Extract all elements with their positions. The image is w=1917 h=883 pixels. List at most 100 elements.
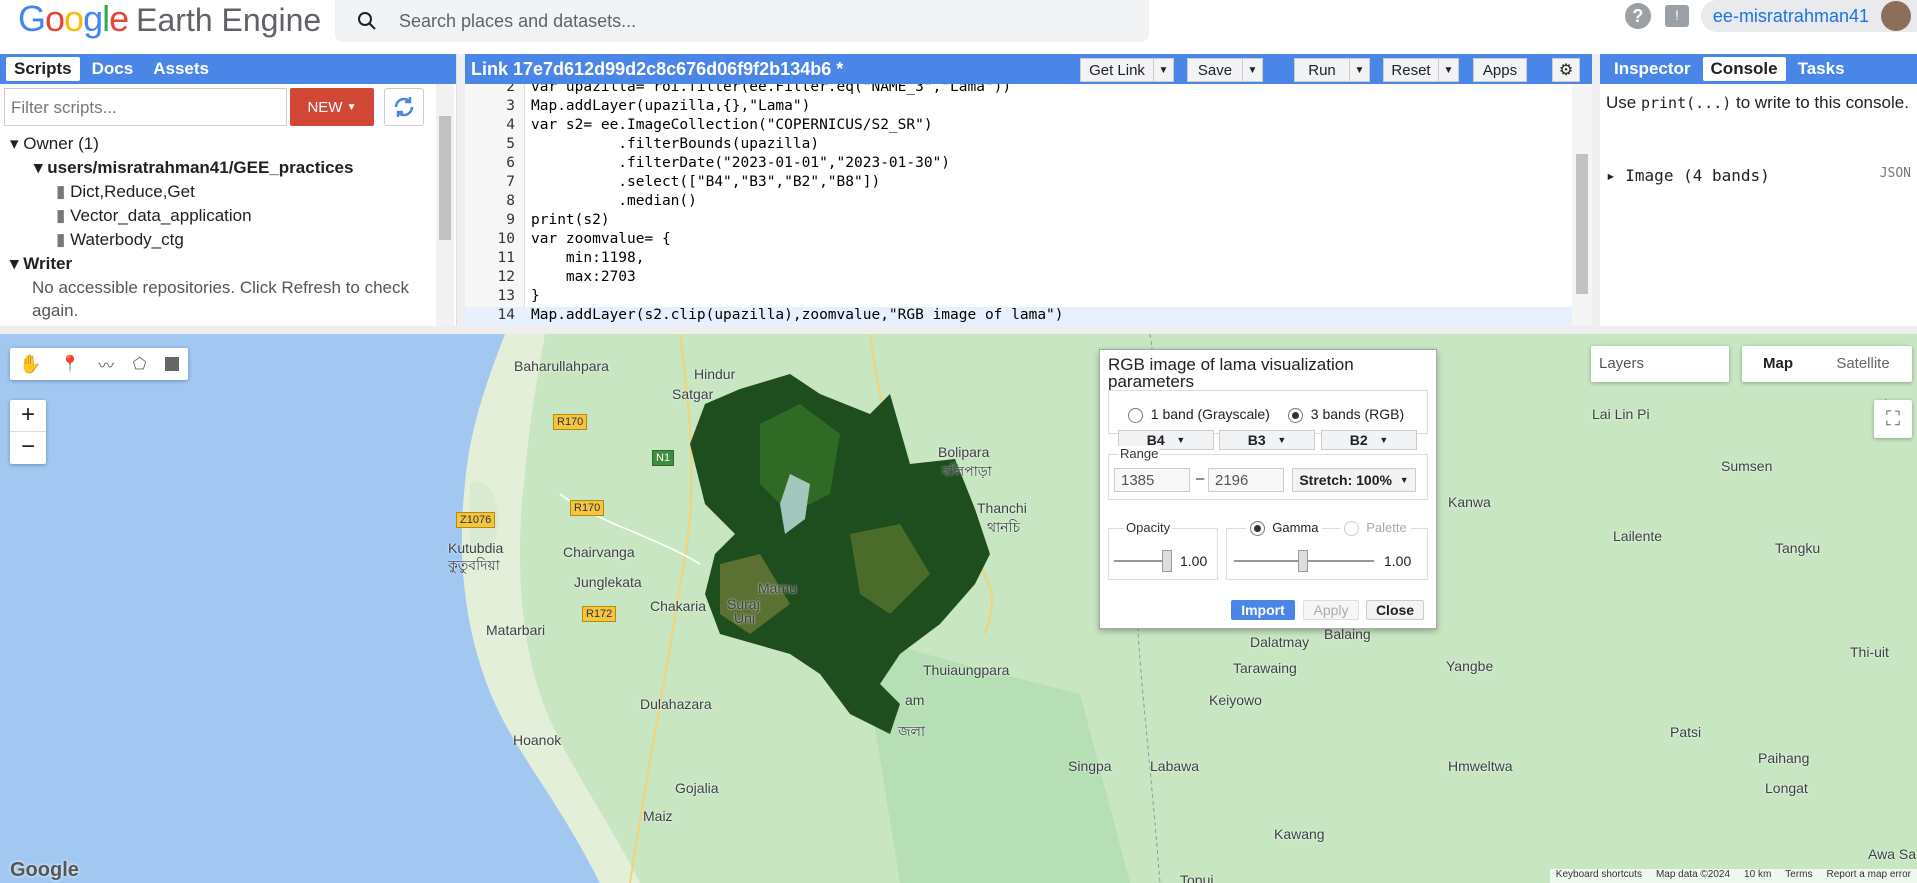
opacity-slider-handle[interactable] xyxy=(1162,550,1172,572)
gamma-slider-handle[interactable] xyxy=(1298,550,1308,572)
map-view[interactable]: Baharullahpara Hindur Satgar Bolipara বল… xyxy=(0,334,1917,883)
panel-splitter[interactable] xyxy=(1592,54,1600,326)
earth-engine-logo[interactable]: Google Earth Engine xyxy=(18,0,321,40)
polygon-icon[interactable]: ⬠ xyxy=(133,354,147,374)
place-label: Junglekata xyxy=(574,574,642,590)
refresh-button[interactable] xyxy=(384,88,424,126)
tab-assets[interactable]: Assets xyxy=(145,57,217,81)
get-link-button[interactable]: Get Link ▼ xyxy=(1080,58,1174,82)
chevron-down-icon: ▼ xyxy=(346,101,357,113)
band-green-select[interactable]: B3 ▼ xyxy=(1219,430,1315,450)
tree-file[interactable]: ▮ Vector_data_application xyxy=(0,204,430,228)
scripts-scrollbar[interactable] xyxy=(436,84,454,326)
gamma-option[interactable]: Gamma xyxy=(1246,520,1323,537)
map-splitter[interactable] xyxy=(0,326,1917,334)
band1-radio[interactable] xyxy=(1128,407,1143,423)
chevron-down-icon: ▼ xyxy=(1277,435,1287,445)
chevron-down-icon: ▼ xyxy=(1176,435,1186,445)
road-shield: R170 xyxy=(553,414,588,430)
chevron-down-icon[interactable]: ▼ xyxy=(1242,59,1262,81)
place-label: Tangku xyxy=(1775,540,1821,556)
code-area[interactable]: 2 var upazilla= roi.filter(ee.Filter.eq("… xyxy=(465,84,1572,326)
range-max-input[interactable]: 2196 xyxy=(1208,468,1284,492)
tab-console[interactable]: Console xyxy=(1702,57,1786,81)
rectangle-icon[interactable] xyxy=(164,357,179,371)
google-mark: Google xyxy=(10,859,79,881)
avatar[interactable] xyxy=(1881,1,1911,31)
band3-radio[interactable] xyxy=(1288,407,1303,423)
chevron-down-icon[interactable]: ▼ xyxy=(1153,59,1173,81)
console-output-row[interactable]: ▸ Image (4 bands) JSON xyxy=(1606,166,1911,185)
band1-option[interactable]: 1 band (Grayscale) xyxy=(1128,406,1270,423)
layers-control[interactable]: Layers xyxy=(1591,346,1729,382)
map-type-satellite[interactable]: Satellite xyxy=(1814,346,1912,382)
expand-icon: ▾ xyxy=(10,134,19,153)
tree-repo[interactable]: ▾ users/misratrahman41/GEE_practices xyxy=(0,156,430,180)
band-blue-select[interactable]: B2 ▼ xyxy=(1321,430,1417,450)
place-label: Chakaria xyxy=(650,598,707,614)
import-button[interactable]: Import xyxy=(1231,600,1295,620)
tab-tasks[interactable]: Tasks xyxy=(1790,57,1853,81)
place-label: Labawa xyxy=(1150,758,1200,774)
pan-hand-icon[interactable]: ✋ xyxy=(19,354,41,375)
code-line: 5 .filterBounds(upazilla) xyxy=(506,136,820,152)
tab-docs[interactable]: Docs xyxy=(84,57,142,81)
code-line: 11 min:1198, xyxy=(497,250,645,266)
tab-scripts[interactable]: Scripts xyxy=(6,57,80,81)
keyboard-shortcuts-link[interactable]: Keyboard shortcuts xyxy=(1556,869,1642,883)
fullscreen-icon[interactable]: ⛶ xyxy=(1874,400,1912,438)
feedback-icon[interactable]: ! xyxy=(1664,5,1689,27)
place-label: Baharullahpara xyxy=(514,358,609,374)
tree-file[interactable]: ▮ Dict,Reduce,Get xyxy=(0,180,430,204)
editor-scrollbar[interactable] xyxy=(1572,84,1592,326)
tree-owner[interactable]: ▾ Owner (1) xyxy=(0,132,430,156)
help-icon[interactable]: ? xyxy=(1624,3,1651,29)
new-button[interactable]: NEW ▼ xyxy=(290,88,374,126)
repo-label: users/misratrahman41/GEE_practices xyxy=(47,158,354,177)
band3-option[interactable]: 3 bands (RGB) xyxy=(1288,406,1404,423)
file-icon: ▮ xyxy=(56,206,66,225)
range-min-input[interactable]: 1385 xyxy=(1114,468,1190,492)
chevron-down-icon: ▼ xyxy=(1399,475,1409,485)
save-button[interactable]: Save ▼ xyxy=(1187,58,1263,82)
tab-inspector[interactable]: Inspector xyxy=(1606,57,1699,81)
script-title[interactable]: Link 17e7d612d99d2c8c676d06f9f2b134b6 * xyxy=(471,59,843,80)
search-input[interactable]: Search places and datasets... xyxy=(399,11,636,32)
code-line: 13} xyxy=(497,288,540,304)
close-button[interactable]: Close xyxy=(1366,600,1424,620)
gamma-radio[interactable] xyxy=(1250,521,1265,537)
apps-label: Apps xyxy=(1482,61,1518,79)
tree-writer[interactable]: ▾ Writer xyxy=(0,252,430,276)
palette-option[interactable]: Palette xyxy=(1340,520,1411,537)
place-label: Gojalia xyxy=(675,780,719,796)
json-link[interactable]: JSON xyxy=(1880,166,1911,185)
chevron-down-icon[interactable]: ▼ xyxy=(1349,59,1369,81)
run-button[interactable]: Run ▼ xyxy=(1294,58,1370,82)
stretch-select[interactable]: Stretch: 100% ▼ xyxy=(1292,468,1416,492)
terms-link[interactable]: Terms xyxy=(1785,869,1812,883)
gear-icon[interactable]: ⚙ xyxy=(1552,58,1580,82)
apps-button[interactable]: Apps xyxy=(1473,58,1527,82)
map-type-map[interactable]: Map xyxy=(1742,346,1814,382)
line-icon[interactable]: 〰 xyxy=(98,352,114,376)
place-label: Hindur xyxy=(694,366,736,382)
apply-button[interactable]: Apply xyxy=(1303,600,1359,620)
place-label: Lai Lin Pi xyxy=(1592,406,1650,422)
palette-radio[interactable] xyxy=(1344,521,1359,537)
account-chip[interactable]: ee-misratrahman41 xyxy=(1700,0,1917,32)
filter-scripts-input[interactable]: Filter scripts... xyxy=(4,88,287,126)
search-box[interactable]: Search places and datasets... xyxy=(335,0,1149,42)
marker-icon[interactable]: 📍 xyxy=(60,354,80,374)
chevron-down-icon: ▼ xyxy=(1379,435,1389,445)
place-label: Patsi xyxy=(1670,724,1702,740)
reset-button[interactable]: Reset ▼ xyxy=(1383,58,1459,82)
panel-splitter[interactable] xyxy=(457,54,465,326)
console-hint: Use print(...) to write to this console. xyxy=(1606,93,1909,112)
chevron-down-icon[interactable]: ▼ xyxy=(1438,59,1458,81)
tree-file[interactable]: ▮ Waterbody_ctg xyxy=(0,228,430,252)
expand-icon[interactable]: ▸ xyxy=(1606,166,1616,185)
place-label: Thi-uit xyxy=(1850,644,1889,660)
zoom-out-button[interactable]: − xyxy=(10,432,46,464)
zoom-in-button[interactable]: + xyxy=(10,400,46,432)
report-error-link[interactable]: Report a map error xyxy=(1827,869,1911,883)
